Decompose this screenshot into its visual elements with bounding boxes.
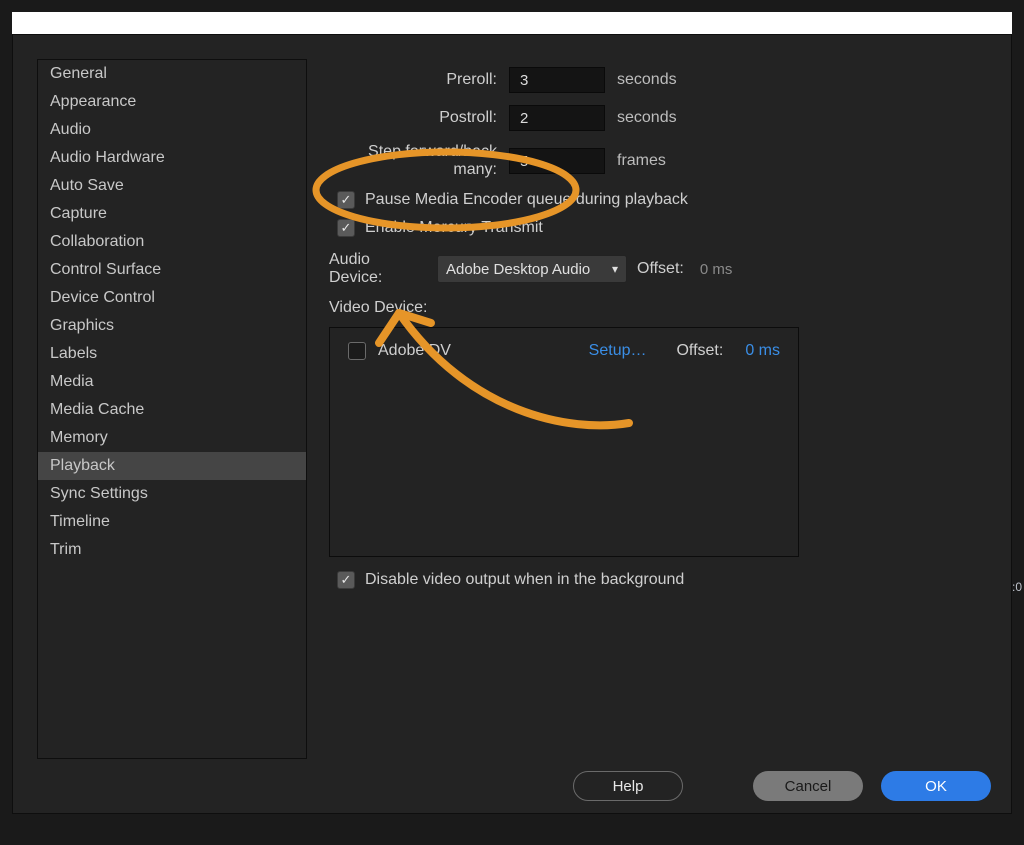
audio-device-row: Audio Device: Adobe Desktop Audio ▾ Offs…: [329, 251, 987, 287]
sidebar-item-timeline[interactable]: Timeline: [38, 508, 306, 536]
pause-encoder-checkbox[interactable]: ✓: [337, 191, 355, 209]
disable-bg-row: ✓ Disable video output when in the backg…: [337, 571, 987, 589]
step-many-input[interactable]: [509, 148, 605, 174]
sidebar-item-audio[interactable]: Audio: [38, 116, 306, 144]
enable-mercury-checkbox[interactable]: ✓: [337, 219, 355, 237]
step-many-label: Step forward/back many:: [329, 143, 497, 179]
postroll-row: Postroll: seconds: [329, 105, 987, 131]
enable-mercury-label: Enable Mercury Transmit: [365, 219, 543, 237]
video-offset-label: Offset:: [676, 342, 723, 360]
preferences-dialog: General Appearance Audio Audio Hardware …: [12, 34, 1012, 814]
preferences-sidebar: General Appearance Audio Audio Hardware …: [37, 59, 307, 759]
sidebar-item-media-cache[interactable]: Media Cache: [38, 396, 306, 424]
enable-mercury-row: ✓ Enable Mercury Transmit: [337, 219, 987, 237]
sidebar-item-media[interactable]: Media: [38, 368, 306, 396]
preroll-row: Preroll: seconds: [329, 67, 987, 93]
sidebar-item-playback[interactable]: Playback: [38, 452, 306, 480]
audio-device-select[interactable]: Adobe Desktop Audio ▾: [437, 255, 627, 283]
preroll-label: Preroll:: [329, 71, 497, 89]
sidebar-item-appearance[interactable]: Appearance: [38, 88, 306, 116]
step-many-unit: frames: [617, 152, 666, 170]
playback-settings-panel: Preroll: seconds Postroll: seconds Step …: [329, 59, 987, 759]
sidebar-item-labels[interactable]: Labels: [38, 340, 306, 368]
sidebar-item-control-surface[interactable]: Control Surface: [38, 256, 306, 284]
sidebar-item-general[interactable]: General: [38, 60, 306, 88]
sidebar-item-capture[interactable]: Capture: [38, 200, 306, 228]
sidebar-item-audio-hardware[interactable]: Audio Hardware: [38, 144, 306, 172]
help-button[interactable]: Help: [573, 771, 683, 801]
video-device-section-label: Video Device:: [329, 299, 987, 317]
video-offset-value[interactable]: 0 ms: [745, 342, 780, 360]
audio-device-label: Audio Device:: [329, 251, 427, 287]
sidebar-item-collaboration[interactable]: Collaboration: [38, 228, 306, 256]
adobe-dv-label: Adobe DV: [378, 342, 451, 360]
video-device-row: Adobe DV Setup… Offset: 0 ms: [348, 342, 780, 360]
sidebar-item-memory[interactable]: Memory: [38, 424, 306, 452]
audio-offset-value[interactable]: 0 ms: [700, 261, 733, 278]
adobe-dv-checkbox[interactable]: [348, 342, 366, 360]
postroll-unit: seconds: [617, 109, 677, 127]
preroll-unit: seconds: [617, 71, 677, 89]
video-device-listbox: Adobe DV Setup… Offset: 0 ms: [329, 327, 799, 557]
background-timecode-fragment: :0: [1012, 580, 1024, 594]
chevron-down-icon: ▾: [612, 262, 618, 276]
sidebar-item-auto-save[interactable]: Auto Save: [38, 172, 306, 200]
sidebar-item-graphics[interactable]: Graphics: [38, 312, 306, 340]
postroll-label: Postroll:: [329, 109, 497, 127]
step-many-row: Step forward/back many: frames: [329, 143, 987, 179]
postroll-input[interactable]: [509, 105, 605, 131]
pause-encoder-label: Pause Media Encoder queue during playbac…: [365, 191, 688, 209]
adobe-dv-setup-link[interactable]: Setup…: [589, 342, 647, 360]
dialog-content: General Appearance Audio Audio Hardware …: [13, 35, 1011, 759]
ok-button[interactable]: OK: [881, 771, 991, 801]
audio-device-selected: Adobe Desktop Audio: [446, 261, 590, 278]
sidebar-item-trim[interactable]: Trim: [38, 536, 306, 564]
disable-bg-label: Disable video output when in the backgro…: [365, 571, 684, 589]
pause-encoder-row: ✓ Pause Media Encoder queue during playb…: [337, 191, 987, 209]
cancel-button[interactable]: Cancel: [753, 771, 863, 801]
audio-offset-label: Offset:: [637, 260, 684, 278]
window-titlebar: [12, 12, 1012, 34]
sidebar-item-device-control[interactable]: Device Control: [38, 284, 306, 312]
disable-bg-checkbox[interactable]: ✓: [337, 571, 355, 589]
preroll-input[interactable]: [509, 67, 605, 93]
dialog-footer: Help Cancel OK: [13, 759, 1011, 819]
sidebar-item-sync-settings[interactable]: Sync Settings: [38, 480, 306, 508]
